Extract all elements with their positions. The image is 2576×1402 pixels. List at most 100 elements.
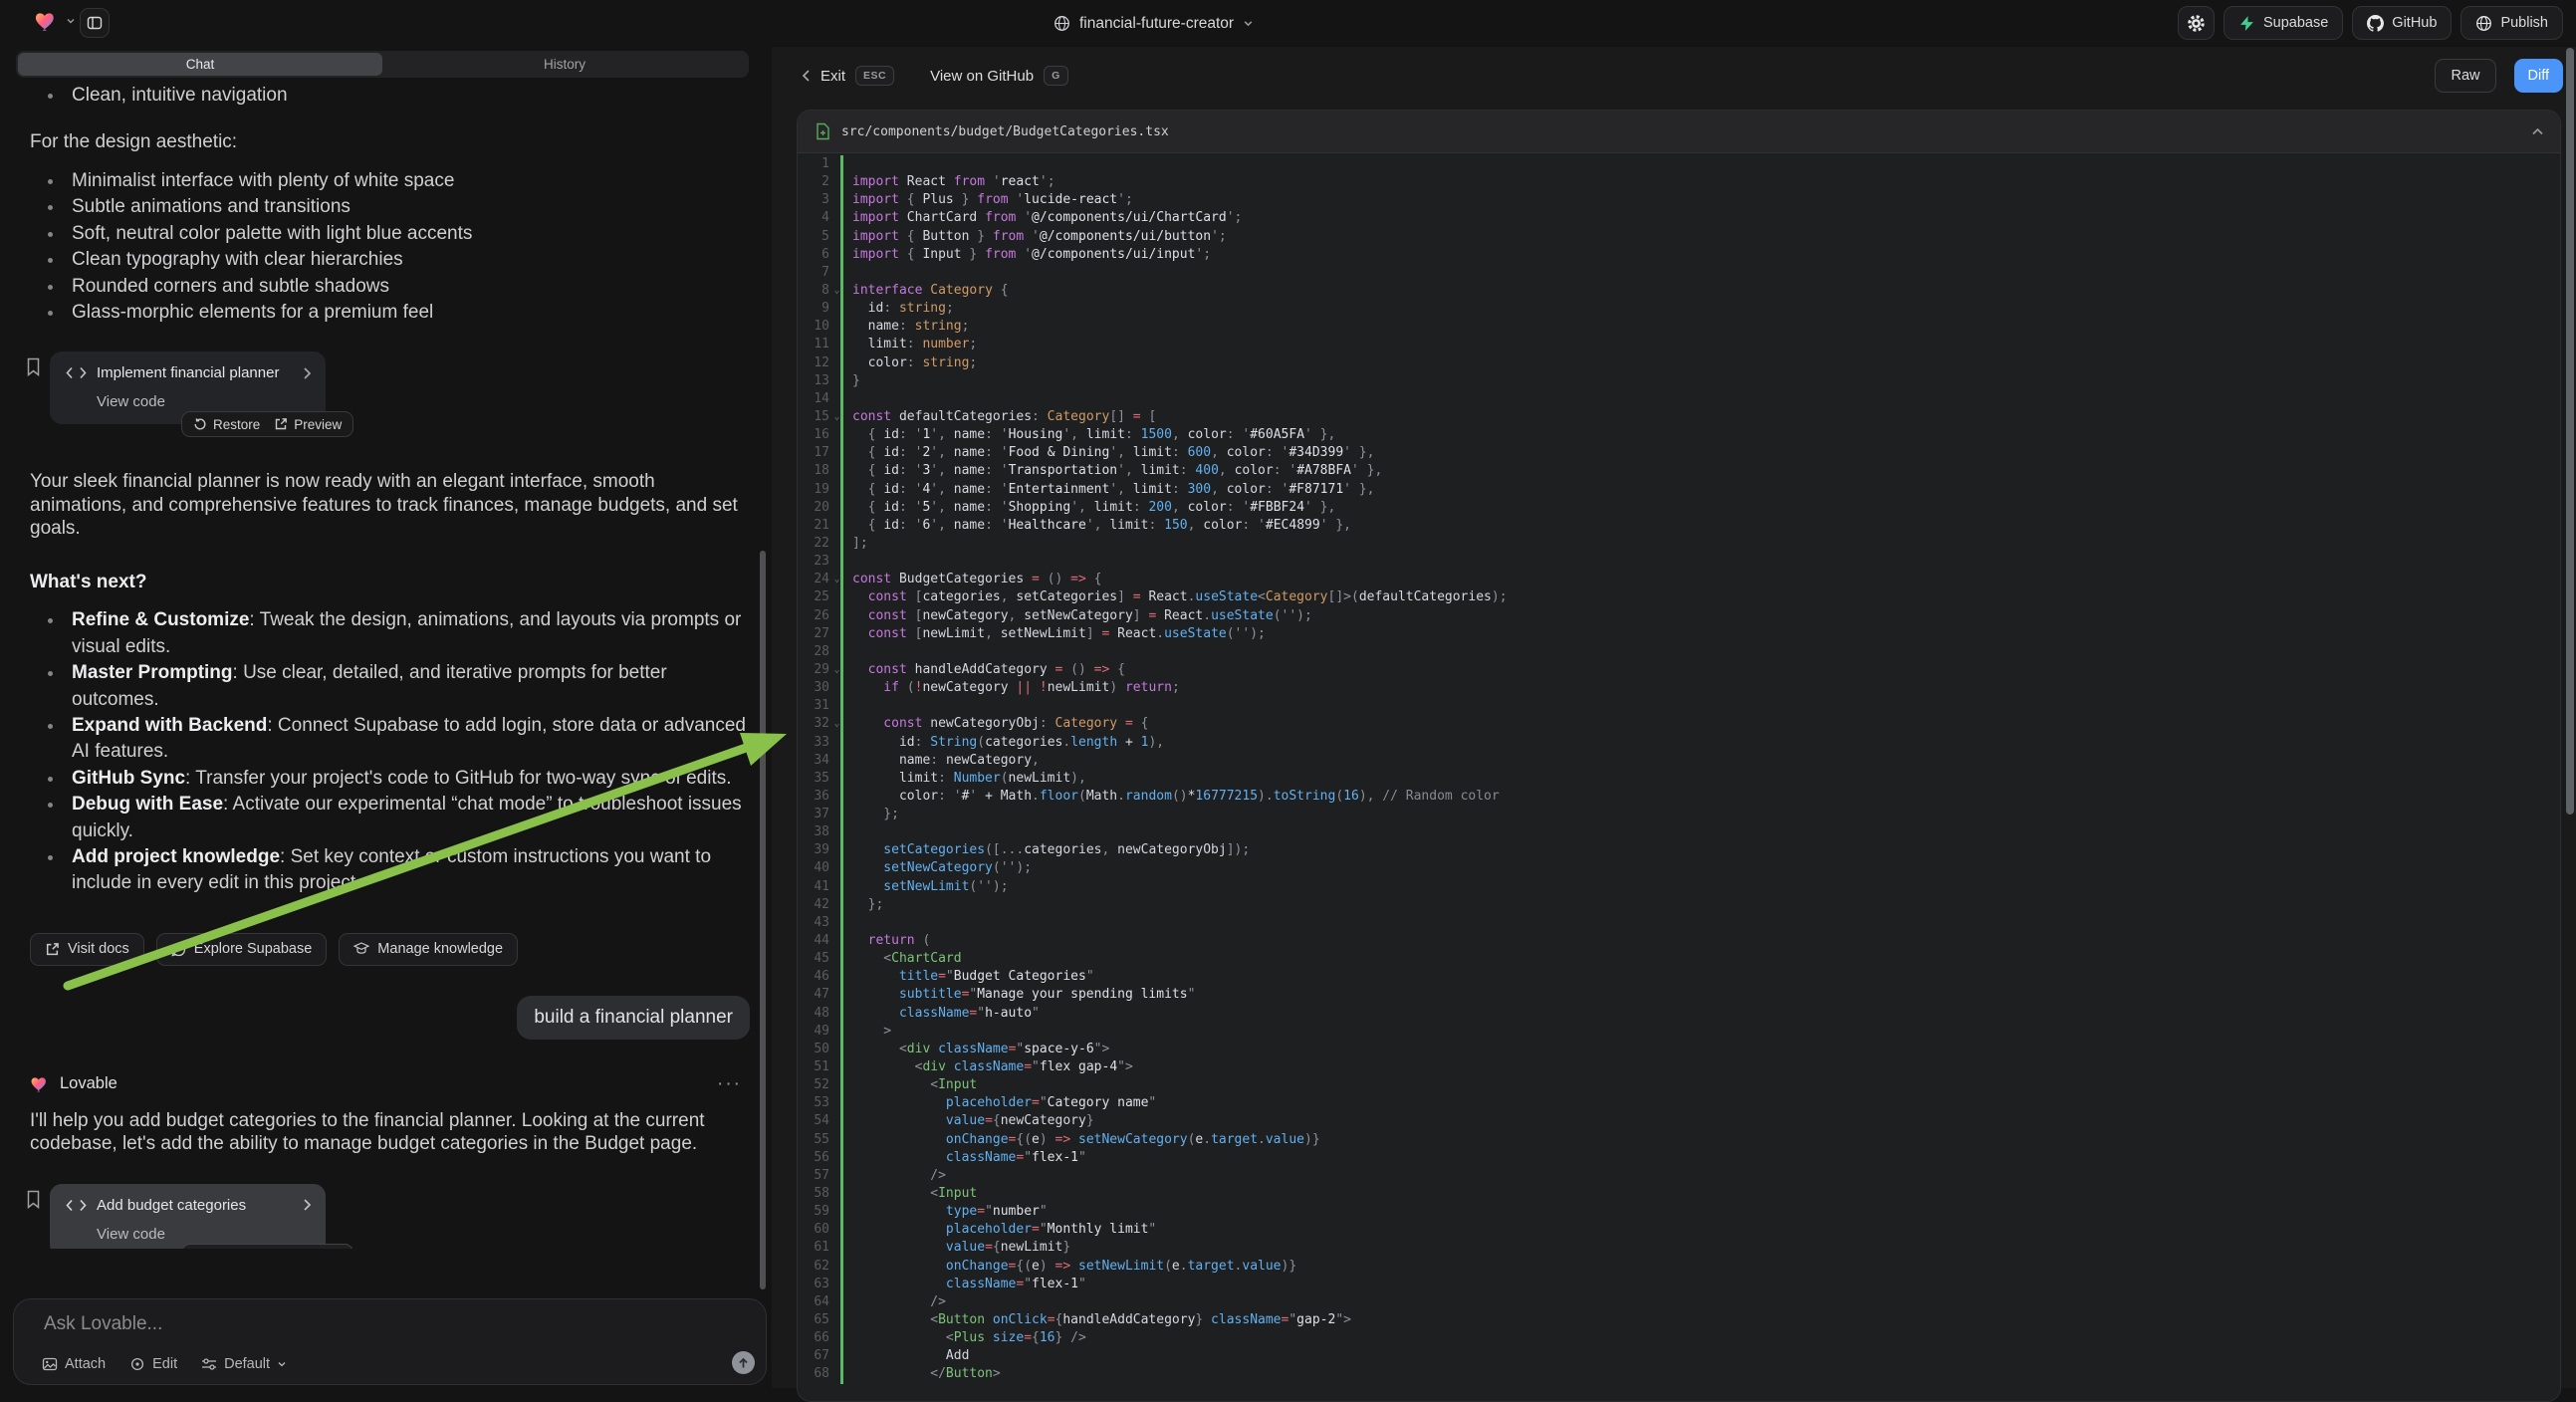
code-line: 11 limit: number; [798, 336, 2560, 353]
code-line: 28 [798, 643, 2560, 661]
lovable-menu[interactable] [34, 8, 76, 34]
supabase-button[interactable]: Supabase [2224, 6, 2343, 40]
code-line: 22]; [798, 535, 2560, 553]
restore-button[interactable]: Restore [193, 417, 260, 432]
line-number: 14 [798, 390, 829, 408]
tab-chat[interactable]: Chat [18, 53, 382, 76]
code-line: 10 name: string; [798, 318, 2560, 336]
code-text: interface Category { [852, 282, 1009, 300]
message-menu-button[interactable]: ··· [717, 1073, 750, 1095]
next-step-item: Master Prompting: Use clear, detailed, a… [30, 660, 750, 713]
code-line: 13} [798, 372, 2560, 390]
line-number: 51 [798, 1058, 829, 1076]
code-line: 32⌄ const newCategoryObj: Category = { [798, 715, 2560, 733]
edit-card-header[interactable]: Implement financial planner [66, 364, 312, 381]
explore-supabase-button[interactable]: Explore Supabase [156, 933, 328, 966]
code-file-card: src/components/budget/BudgetCategories.t… [797, 110, 2561, 1402]
mode-label: Default [224, 1356, 270, 1372]
code-text: /> [852, 1293, 946, 1311]
view-on-github-button[interactable]: View on GitHub [930, 68, 1034, 85]
code-line: 54 value={newCategory} [798, 1112, 2560, 1130]
chevron-up-icon[interactable] [2531, 127, 2544, 136]
view-code-link[interactable]: View code [97, 393, 312, 410]
code-line: 14 [798, 390, 2560, 408]
code-text: id: String(categories.length + 1), [852, 734, 1164, 752]
line-number: 4 [798, 209, 829, 227]
next-step-item: Expand with Backend: Connect Supabase to… [30, 713, 750, 766]
file-header[interactable]: src/components/budget/BudgetCategories.t… [798, 111, 2560, 153]
code-text: const newCategoryObj: Category = { [852, 715, 1148, 733]
code-line: 15⌄const defaultCategories: Category[] =… [798, 408, 2560, 426]
github-button[interactable]: GitHub [2352, 6, 2452, 40]
code-area: 12import React from 'react';3import { Pl… [798, 153, 2560, 1384]
attach-label: Attach [65, 1356, 106, 1372]
globe-icon [1054, 15, 1070, 32]
mode-selector[interactable]: Default [201, 1356, 287, 1372]
chevron-left-icon [802, 69, 811, 83]
code-line: 43 [798, 914, 2560, 932]
preview-button[interactable]: Preview [274, 417, 342, 432]
bookmark-icon[interactable] [26, 357, 41, 376]
code-text: setCategories([...categories, newCategor… [852, 841, 1250, 859]
line-number: 10 [798, 318, 829, 336]
toggle-sidebar-button[interactable] [80, 8, 110, 38]
code-line: 46 title="Budget Categories" [798, 968, 2560, 986]
code-line: 20 { id: '5', name: 'Shopping', limit: 2… [798, 499, 2560, 517]
publish-button[interactable]: Publish [2460, 6, 2563, 40]
visit-docs-button[interactable]: Visit docs [30, 933, 144, 966]
code-line: 1 [798, 155, 2560, 173]
line-number: 49 [798, 1023, 829, 1041]
project-selector[interactable]: financial-future-creator [1054, 0, 1254, 47]
attach-button[interactable]: Attach [42, 1356, 106, 1372]
raw-toggle-button[interactable]: Raw [2435, 59, 2495, 93]
code-text: { id: '6', name: 'Healthcare', limit: 15… [852, 517, 1351, 535]
ask-lovable-input[interactable] [44, 1313, 641, 1335]
exit-button[interactable]: Exit [820, 68, 845, 85]
line-number: 60 [798, 1221, 829, 1239]
code-text: color: string; [852, 354, 977, 372]
code-line: 68 </Button> [798, 1365, 2560, 1383]
bookmark-icon[interactable] [26, 1190, 41, 1209]
code-line: 29⌄ const handleAddCategory = () => { [798, 661, 2560, 679]
code-text: { id: '5', name: 'Shopping', limit: 200,… [852, 499, 1335, 517]
edit-select-button[interactable]: Edit [129, 1356, 177, 1372]
manage-knowledge-label: Manage knowledge [377, 941, 503, 957]
line-number: 66 [798, 1329, 829, 1347]
code-line: 40 setNewCategory(''); [798, 859, 2560, 877]
tab-history[interactable]: History [382, 53, 747, 76]
code-text: <div className="space-y-6"> [852, 1041, 1109, 1058]
aesthetic-bullet: Rounded corners and subtle shadows [30, 274, 750, 300]
code-line: 35 limit: Number(newLimit), [798, 770, 2560, 788]
view-code-link[interactable]: View code [97, 1226, 312, 1243]
preview-label: Preview [294, 417, 342, 432]
code-line: 37 }; [798, 806, 2560, 823]
line-number: 67 [798, 1347, 829, 1365]
code-line: 65 <Button onClick={handleAddCategory} c… [798, 1311, 2560, 1329]
line-number: 59 [798, 1203, 829, 1221]
code-text: import ChartCard from '@/components/ui/C… [852, 209, 1242, 227]
assistant-reply: I'll help you add budget categories to t… [30, 1109, 750, 1156]
code-icon [66, 1199, 87, 1212]
line-number: 37 [798, 806, 829, 823]
code-scrollbar[interactable] [2566, 48, 2574, 815]
line-number: 31 [798, 697, 829, 715]
chat-messages: Clean, intuitive navigation For the desi… [0, 80, 772, 1249]
edit-card-header[interactable]: Add budget categories [66, 1197, 312, 1214]
code-text: onChange={(e) => setNewLimit(e.target.va… [852, 1258, 1296, 1276]
diff-toggle-button[interactable]: Diff [2514, 59, 2564, 93]
sliders-icon [201, 1357, 217, 1371]
code-text: subtitle="Manage your spending limits" [852, 986, 1195, 1004]
manage-knowledge-button[interactable]: Manage knowledge [339, 933, 518, 966]
code-text: import { Plus } from 'lucide-react'; [852, 191, 1133, 209]
code-text: className="flex-1" [852, 1276, 1086, 1293]
code-line: 5import { Button } from '@/components/ui… [798, 228, 2560, 246]
code-line: 48 className="h-auto" [798, 1005, 2560, 1023]
settings-button[interactable] [2178, 6, 2215, 40]
code-line: 34 name: newCategory, [798, 752, 2560, 770]
line-number: 6 [798, 246, 829, 264]
line-number: 64 [798, 1293, 829, 1311]
send-button[interactable] [732, 1351, 755, 1374]
edit-card-add-budget-categories: Add budget categories View code Restore … [50, 1184, 326, 1249]
aesthetic-bullet: Subtle animations and transitions [30, 194, 750, 220]
chat-scrollbar[interactable] [760, 551, 766, 1289]
